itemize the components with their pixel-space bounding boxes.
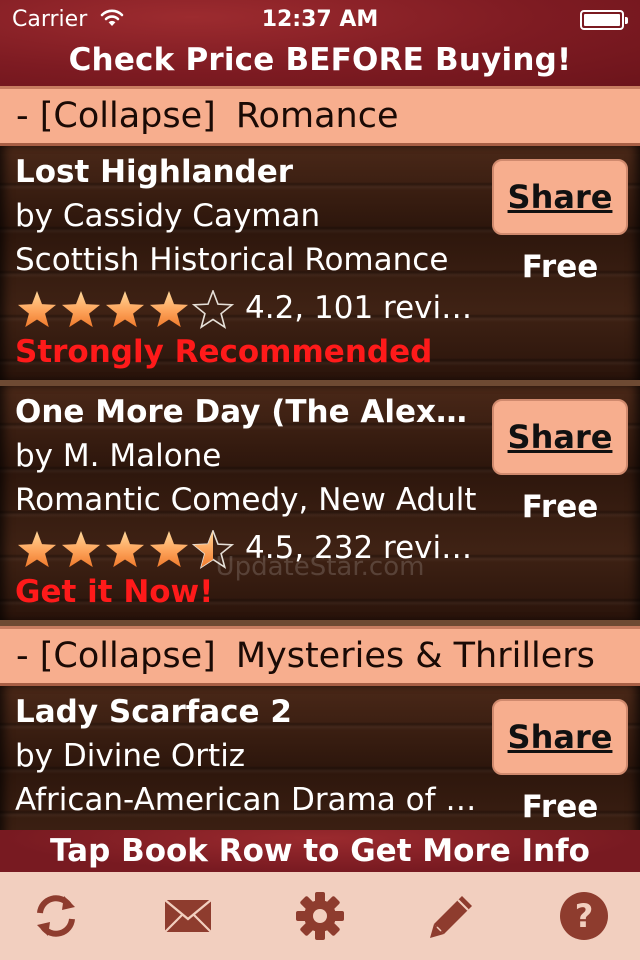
mail-icon[interactable] — [160, 888, 216, 944]
status-bar: Carrier 12:37 AM — [0, 0, 640, 40]
price-label: Free — [521, 489, 599, 525]
star-outline — [191, 290, 235, 329]
book-title: Lost Highlander — [15, 154, 294, 190]
collapse-toggle[interactable]: - [Collapse] — [16, 96, 216, 136]
book-row[interactable]: Lady Scarface 2 by Divine Ortiz African-… — [0, 686, 640, 830]
star-fill — [105, 291, 145, 328]
info-hint-banner: Tap Book Row to Get More Info — [0, 830, 640, 872]
battery-icon — [580, 10, 628, 30]
book-author: by Divine Ortiz — [15, 738, 246, 774]
book-author: by Cassidy Cayman — [15, 198, 321, 234]
price-label: Free — [521, 789, 599, 825]
watermark: UpdateStar.com — [215, 552, 425, 582]
book-title: One More Day (The Alexanders) — [15, 394, 477, 430]
book-genre: Scottish Historical Romance — [15, 242, 449, 278]
book-list[interactable]: - [Collapse] Romance Lost Highlander by C… — [0, 86, 640, 830]
book-genre: African-American Drama of the Streets — [15, 782, 477, 818]
status-time: 12:37 AM — [261, 7, 379, 32]
gear-icon[interactable] — [292, 888, 348, 944]
help-icon[interactable]: ? — [556, 888, 612, 944]
pencil-icon[interactable] — [424, 888, 480, 944]
star-fill — [17, 291, 57, 328]
svg-text:?: ? — [575, 897, 594, 935]
tab-bar: ? — [0, 872, 640, 960]
book-title: Lady Scarface 2 — [15, 694, 292, 730]
star-rating-icon — [17, 290, 235, 329]
price-label: Free — [521, 249, 599, 285]
book-genre: Romantic Comedy, New Adult — [15, 482, 477, 518]
share-button[interactable]: Share — [492, 699, 628, 775]
section-title: Mysteries & Thrillers — [235, 636, 595, 676]
rating: 4.2, 101 reviews — [15, 286, 477, 332]
section-header-mysteries-thrillers[interactable]: - [Collapse] Mysteries & Thrillers — [0, 626, 640, 686]
section-title: Romance — [235, 96, 399, 136]
section-header-romance[interactable]: - [Collapse] Romance — [0, 86, 640, 146]
share-button[interactable]: Share — [492, 159, 628, 235]
price-check-banner: Check Price BEFORE Buying! — [68, 42, 572, 78]
top-header: Carrier 12:37 AM Check Price BEFORE Buyi… — [0, 0, 640, 86]
share-button[interactable]: Share — [492, 399, 628, 475]
book-row[interactable]: One More Day (The Alexanders) by M. Malo… — [0, 386, 640, 626]
collapse-toggle[interactable]: - [Collapse] — [16, 636, 216, 676]
refresh-icon[interactable] — [28, 888, 84, 944]
recommendation-label: Strongly Recommended — [15, 334, 433, 370]
star-fill — [61, 291, 101, 328]
rating-text: 4.2, 101 reviews — [245, 290, 477, 326]
book-author: by M. Malone — [15, 438, 222, 474]
book-row[interactable]: Lost Highlander by Cassidy Cayman Scotti… — [0, 146, 640, 386]
star-fill — [149, 291, 189, 328]
